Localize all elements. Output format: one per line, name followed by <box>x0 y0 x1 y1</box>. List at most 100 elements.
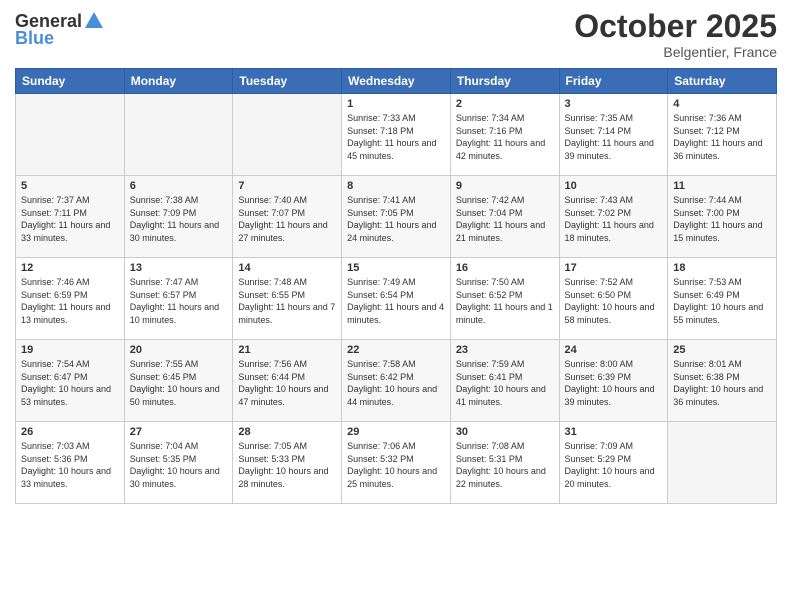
day-number: 12 <box>21 262 119 274</box>
day-number: 19 <box>21 344 119 356</box>
calendar-cell: 8Sunrise: 7:41 AM Sunset: 7:05 PM Daylig… <box>342 176 451 258</box>
calendar-cell: 31 Sunrise: 7:09 AM Sunset: 5:29 PM Dayli… <box>559 422 668 504</box>
calendar-cell: 12 Sunrise: 7:46 AM Sunset: 6:59 PM Dayli… <box>16 258 125 340</box>
day-number: 25 <box>673 344 771 356</box>
day-info: Sunrise: 7:59 AM Sunset: 6:41 PM Dayligh… <box>456 358 554 408</box>
calendar-cell: 20 Sunrise: 7:55 AM Sunset: 6:45 PM Dayli… <box>124 340 233 422</box>
calendar-cell: 1 Sunrise: 7:33 AM Sunset: 7:18 PM Daylig… <box>342 94 451 176</box>
calendar-cell: 25 Sunrise: 8:01 AM Sunset: 6:38 PM Dayli… <box>668 340 777 422</box>
day-info: Sunrise: 7:41 AM Sunset: 7:05 PM Dayligh… <box>347 194 445 244</box>
calendar-cell: 26 Sunrise: 7:03 AM Sunset: 5:36 PM Dayli… <box>16 422 125 504</box>
day-number: 21 <box>238 344 336 356</box>
calendar-cell: 3Sunrise: 7:35 AM Sunset: 7:14 PM Daylig… <box>559 94 668 176</box>
page: General Blue October 2025 Belgentier, Fr… <box>0 0 792 612</box>
day-info: Sunrise: 7:35 AM Sunset: 7:14 PM Dayligh… <box>565 112 663 162</box>
day-info: Sunrise: 7:36 AM Sunset: 7:12 PM Dayligh… <box>673 112 771 162</box>
day-info: Sunrise: 7:47 AM Sunset: 6:57 PM Dayligh… <box>130 276 228 326</box>
day-info: Sunrise: 7:43 AM Sunset: 7:02 PM Dayligh… <box>565 194 663 244</box>
day-info: Sunrise: 7:56 AM Sunset: 6:44 PM Dayligh… <box>238 358 336 408</box>
calendar-cell: 13 Sunrise: 7:47 AM Sunset: 6:57 PM Dayli… <box>124 258 233 340</box>
title-area: October 2025 Belgentier, France <box>574 10 777 60</box>
calendar-cell: 19 Sunrise: 7:54 AM Sunset: 6:47 PM Dayli… <box>16 340 125 422</box>
calendar-cell: 22 Sunrise: 7:58 AM Sunset: 6:42 PM Dayli… <box>342 340 451 422</box>
calendar-cell: 7 Sunrise: 7:40 AM Sunset: 7:07 PM Daylig… <box>233 176 342 258</box>
calendar-cell: 5Sunrise: 7:37 AM Sunset: 7:11 PM Daylig… <box>16 176 125 258</box>
day-info: Sunrise: 7:37 AM Sunset: 7:11 PM Dayligh… <box>21 194 119 244</box>
day-number: 30 <box>456 426 554 438</box>
calendar-cell: 30 Sunrise: 7:08 AM Sunset: 5:31 PM Dayli… <box>450 422 559 504</box>
calendar-cell <box>233 94 342 176</box>
day-number: 7 <box>238 180 336 192</box>
day-info: Sunrise: 7:03 AM Sunset: 5:36 PM Dayligh… <box>21 440 119 490</box>
day-number: 24 <box>565 344 663 356</box>
day-info: Sunrise: 7:40 AM Sunset: 7:07 PM Dayligh… <box>238 194 336 244</box>
day-info: Sunrise: 7:49 AM Sunset: 6:54 PM Dayligh… <box>347 276 445 326</box>
day-info: Sunrise: 7:06 AM Sunset: 5:32 PM Dayligh… <box>347 440 445 490</box>
day-info: Sunrise: 7:55 AM Sunset: 6:45 PM Dayligh… <box>130 358 228 408</box>
month-title: October 2025 <box>574 10 777 42</box>
weekday-header-tuesday: Tuesday <box>233 69 342 94</box>
header: General Blue October 2025 Belgentier, Fr… <box>15 10 777 60</box>
day-info: Sunrise: 7:46 AM Sunset: 6:59 PM Dayligh… <box>21 276 119 326</box>
calendar-cell: 11 Sunrise: 7:44 AM Sunset: 7:00 PM Dayli… <box>668 176 777 258</box>
day-number: 13 <box>130 262 228 274</box>
calendar-cell: 24 Sunrise: 8:00 AM Sunset: 6:39 PM Dayli… <box>559 340 668 422</box>
calendar-cell: 27Sunrise: 7:04 AM Sunset: 5:35 PM Dayli… <box>124 422 233 504</box>
day-info: Sunrise: 7:08 AM Sunset: 5:31 PM Dayligh… <box>456 440 554 490</box>
calendar-cell: 14 Sunrise: 7:48 AM Sunset: 6:55 PM Dayli… <box>233 258 342 340</box>
weekday-header-thursday: Thursday <box>450 69 559 94</box>
day-info: Sunrise: 7:53 AM Sunset: 6:49 PM Dayligh… <box>673 276 771 326</box>
day-number: 15 <box>347 262 445 274</box>
weekday-header-saturday: Saturday <box>668 69 777 94</box>
day-number: 16 <box>456 262 554 274</box>
calendar-week-row: 1 Sunrise: 7:33 AM Sunset: 7:18 PM Daylig… <box>16 94 777 176</box>
day-number: 31 <box>565 426 663 438</box>
day-number: 20 <box>130 344 228 356</box>
day-number: 18 <box>673 262 771 274</box>
day-number: 11 <box>673 180 771 192</box>
day-info: Sunrise: 7:38 AM Sunset: 7:09 PM Dayligh… <box>130 194 228 244</box>
location: Belgentier, France <box>574 44 777 60</box>
day-info: Sunrise: 7:48 AM Sunset: 6:55 PM Dayligh… <box>238 276 336 326</box>
day-number: 29 <box>347 426 445 438</box>
calendar-cell: 17Sunrise: 7:52 AM Sunset: 6:50 PM Dayli… <box>559 258 668 340</box>
calendar-cell: 15 Sunrise: 7:49 AM Sunset: 6:54 PM Dayli… <box>342 258 451 340</box>
calendar-week-row: 5Sunrise: 7:37 AM Sunset: 7:11 PM Daylig… <box>16 176 777 258</box>
day-number: 14 <box>238 262 336 274</box>
day-number: 28 <box>238 426 336 438</box>
weekday-header-row: SundayMondayTuesdayWednesdayThursdayFrid… <box>16 69 777 94</box>
day-number: 4 <box>673 98 771 110</box>
logo-icon <box>83 10 105 32</box>
day-info: Sunrise: 7:09 AM Sunset: 5:29 PM Dayligh… <box>565 440 663 490</box>
day-number: 1 <box>347 98 445 110</box>
day-info: Sunrise: 7:44 AM Sunset: 7:00 PM Dayligh… <box>673 194 771 244</box>
calendar-cell: 29 Sunrise: 7:06 AM Sunset: 5:32 PM Dayli… <box>342 422 451 504</box>
calendar-cell: 28 Sunrise: 7:05 AM Sunset: 5:33 PM Dayli… <box>233 422 342 504</box>
calendar-cell <box>16 94 125 176</box>
calendar-cell: 23Sunrise: 7:59 AM Sunset: 6:41 PM Dayli… <box>450 340 559 422</box>
logo-blue-text: Blue <box>15 28 54 49</box>
day-info: Sunrise: 7:33 AM Sunset: 7:18 PM Dayligh… <box>347 112 445 162</box>
calendar-cell <box>124 94 233 176</box>
day-number: 22 <box>347 344 445 356</box>
day-info: Sunrise: 7:05 AM Sunset: 5:33 PM Dayligh… <box>238 440 336 490</box>
calendar-cell: 4 Sunrise: 7:36 AM Sunset: 7:12 PM Daylig… <box>668 94 777 176</box>
day-number: 10 <box>565 180 663 192</box>
calendar-cell: 9Sunrise: 7:42 AM Sunset: 7:04 PM Daylig… <box>450 176 559 258</box>
weekday-header-monday: Monday <box>124 69 233 94</box>
day-info: Sunrise: 8:00 AM Sunset: 6:39 PM Dayligh… <box>565 358 663 408</box>
calendar-cell: 10 Sunrise: 7:43 AM Sunset: 7:02 PM Dayli… <box>559 176 668 258</box>
day-info: Sunrise: 7:34 AM Sunset: 7:16 PM Dayligh… <box>456 112 554 162</box>
day-number: 27 <box>130 426 228 438</box>
day-info: Sunrise: 7:58 AM Sunset: 6:42 PM Dayligh… <box>347 358 445 408</box>
day-info: Sunrise: 7:42 AM Sunset: 7:04 PM Dayligh… <box>456 194 554 244</box>
calendar-cell: 6Sunrise: 7:38 AM Sunset: 7:09 PM Daylig… <box>124 176 233 258</box>
day-info: Sunrise: 8:01 AM Sunset: 6:38 PM Dayligh… <box>673 358 771 408</box>
day-number: 2 <box>456 98 554 110</box>
logo: General Blue <box>15 10 106 49</box>
day-info: Sunrise: 7:54 AM Sunset: 6:47 PM Dayligh… <box>21 358 119 408</box>
day-info: Sunrise: 7:50 AM Sunset: 6:52 PM Dayligh… <box>456 276 554 326</box>
day-number: 26 <box>21 426 119 438</box>
calendar-cell: 2 Sunrise: 7:34 AM Sunset: 7:16 PM Daylig… <box>450 94 559 176</box>
weekday-header-friday: Friday <box>559 69 668 94</box>
